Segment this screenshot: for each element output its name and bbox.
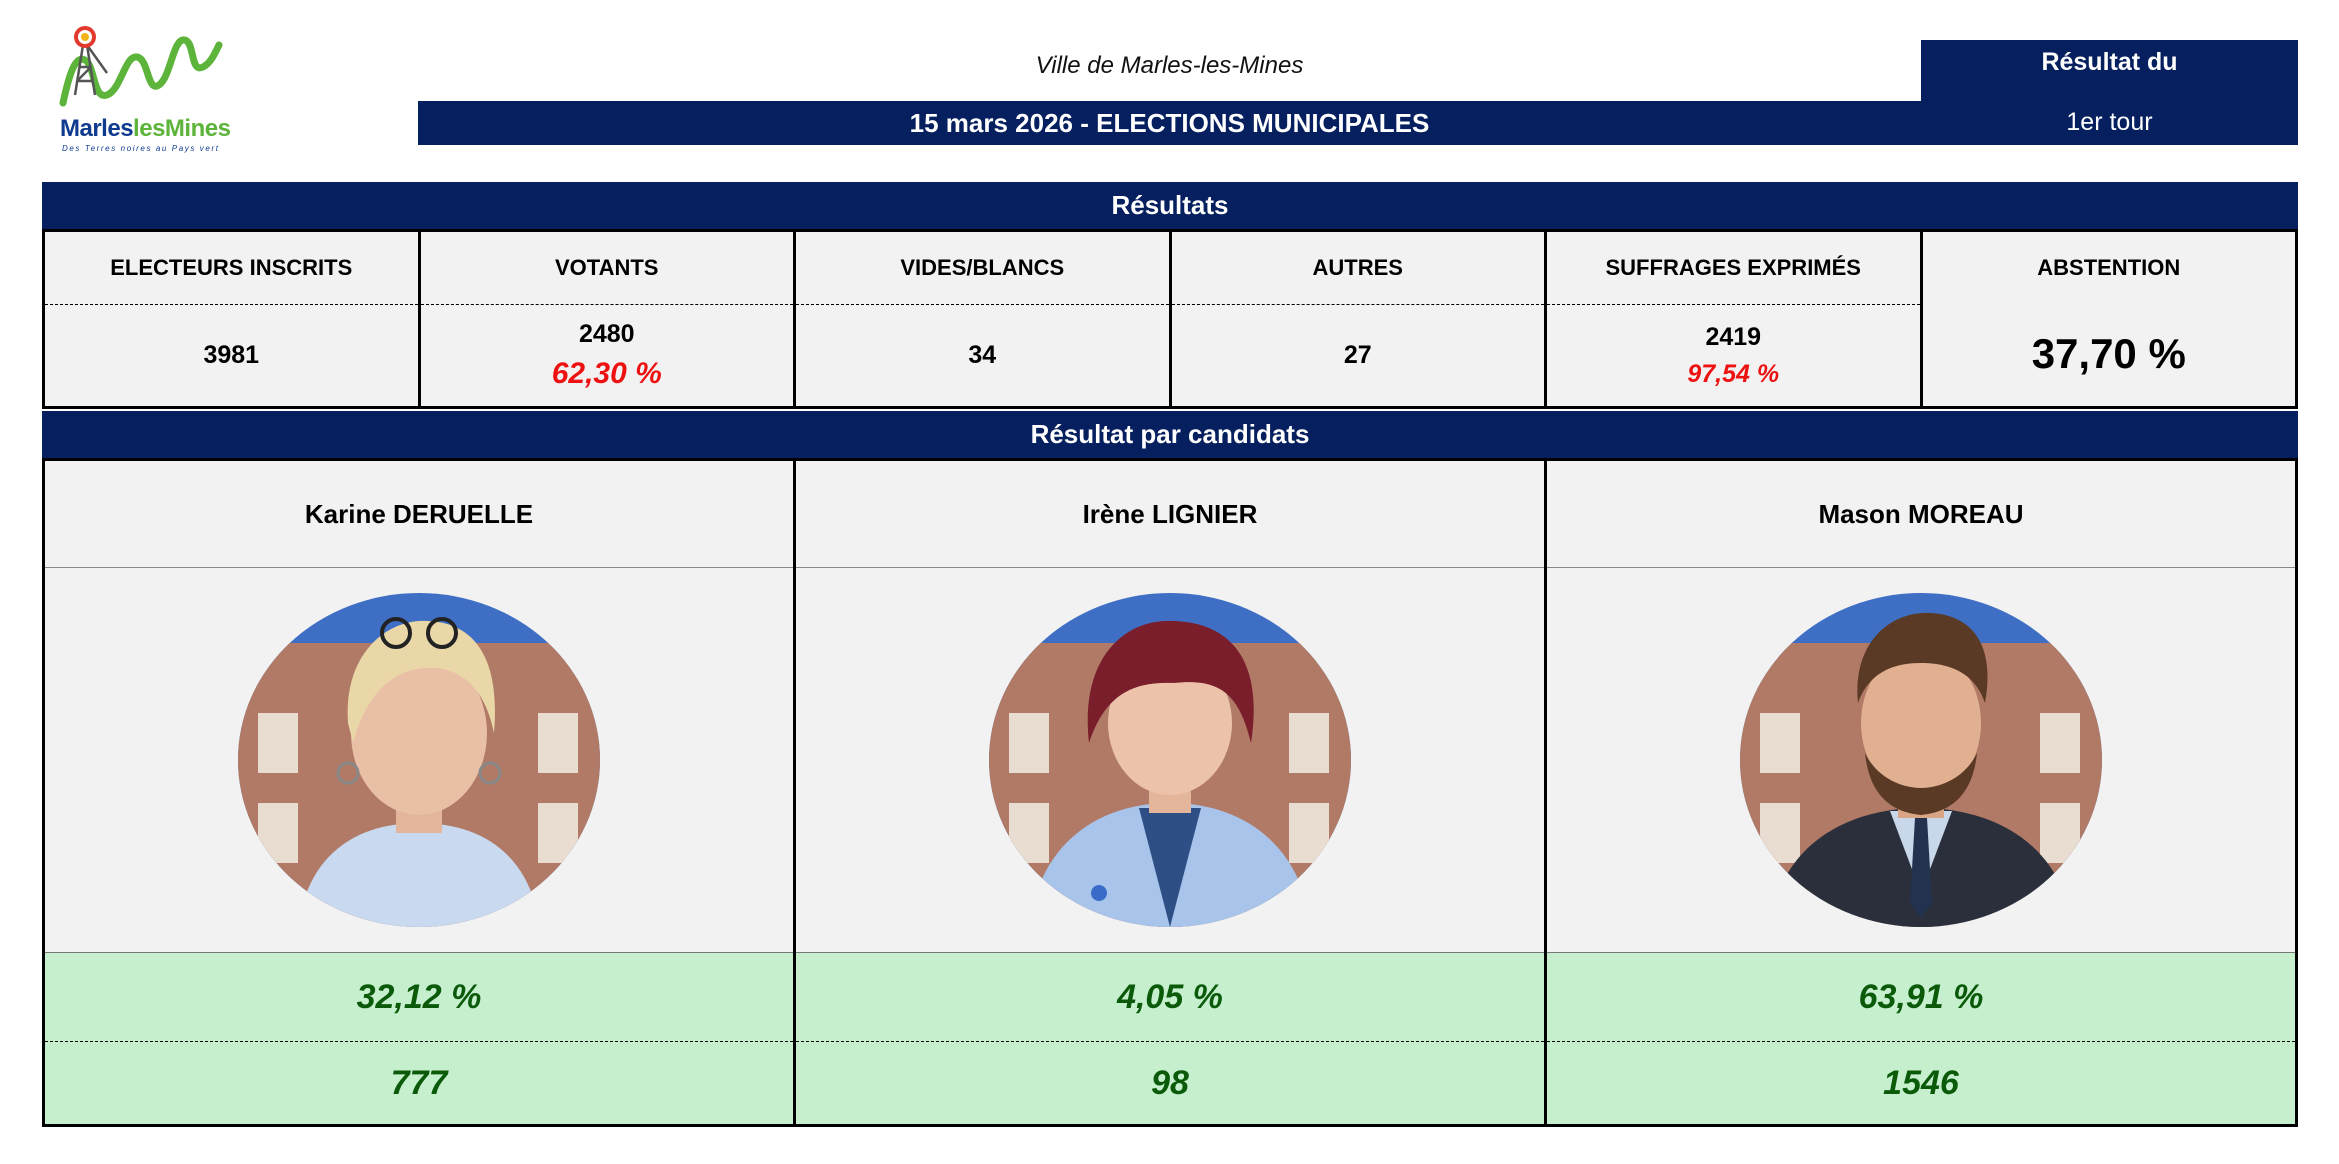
stat-label: AUTRES: [1171, 232, 1544, 305]
results-table: ELECTEURS INSCRITS 3981 VOTANTS 2480 62,…: [42, 229, 2298, 409]
stat-value: 27: [1343, 341, 1372, 369]
stat-value: 3981: [203, 341, 260, 369]
candidate-photo-cell: [796, 568, 1544, 953]
stat-label: VIDES/BLANCS: [796, 232, 1169, 305]
candidate-percentage: 63,91 %: [1547, 953, 2295, 1042]
candidate-name: Mason MOREAU: [1547, 461, 2295, 568]
stat-expressed: SUFFRAGES EXPRIMÉS 2419 97,54 %: [1547, 232, 1923, 406]
candidate-column: Karine DERUELLE 32,12 % 777: [45, 461, 796, 1124]
woman-blonde-portrait-icon: [238, 593, 600, 927]
stat-percentage: 97,54 %: [1687, 359, 1780, 388]
election-title-bar: 15 mars 2026 - ELECTIONS MUNICIPALES: [418, 101, 1921, 145]
candidate-percentage: 32,12 %: [45, 953, 793, 1042]
abstention-value: 37,70 %: [2031, 329, 2186, 377]
man-suit-portrait-icon: [1740, 593, 2102, 927]
results-section-title: Résultats: [42, 182, 2298, 229]
stat-value: 34: [968, 341, 997, 369]
candidate-column: Irène LIGNIER 4,05 % 98: [796, 461, 1547, 1124]
candidate-votes: 98: [796, 1042, 1544, 1124]
stat-percentage: 62,30 %: [551, 357, 662, 390]
mine-headframe-icon: [59, 26, 223, 107]
stat-value: 2480: [578, 320, 635, 348]
stat-voters: VOTANTS 2480 62,30 %: [420, 232, 796, 406]
stat-value: 2419: [1705, 322, 1762, 351]
stat-registered: ELECTEURS INSCRITS 3981: [45, 232, 421, 406]
candidate-votes: 777: [45, 1042, 793, 1124]
candidate-votes: 1546: [1547, 1042, 2295, 1124]
woman-redhair-portrait-icon: [989, 593, 1351, 927]
logo-wordmark: MarleslesMines: [60, 115, 231, 142]
candidate-photo-cell: [45, 568, 793, 953]
round-number: 1er tour: [2066, 108, 2153, 136]
stat-others: AUTRES 27: [1171, 232, 1547, 406]
city-name: Ville de Marles-les-Mines: [1035, 52, 1304, 79]
candidate-column: Mason MOREAU 63,91 % 1546: [1547, 461, 2295, 1124]
candidate-photo-cell: [1547, 568, 2295, 953]
stat-abstention: ABSTENTION 37,70 %: [1923, 232, 2296, 406]
candidates-table: Karine DERUELLE 32,12 % 777 Irène LIGNIE…: [42, 458, 2298, 1127]
stat-label: SUFFRAGES EXPRIMÉS: [1547, 232, 1920, 305]
round-label: Résultat du: [2041, 48, 2178, 76]
round-box: Résultat du 1er tour: [1921, 40, 2298, 145]
candidate-name: Irène LIGNIER: [796, 461, 1544, 568]
candidate-name: Karine DERUELLE: [45, 461, 793, 568]
candidate-percentage: 4,05 %: [796, 953, 1544, 1042]
candidates-section-title: Résultat par candidats: [42, 411, 2298, 458]
stat-label: ELECTEURS INSCRITS: [45, 232, 418, 305]
stat-label: VOTANTS: [420, 232, 793, 305]
logo-tagline: Des Terres noires au Pays vert: [62, 144, 220, 153]
city-logo: MarleslesMines Des Terres noires au Pays…: [55, 15, 231, 155]
stat-label: ABSTENTION: [2037, 255, 2181, 280]
stat-blank: VIDES/BLANCS 34: [796, 232, 1172, 406]
